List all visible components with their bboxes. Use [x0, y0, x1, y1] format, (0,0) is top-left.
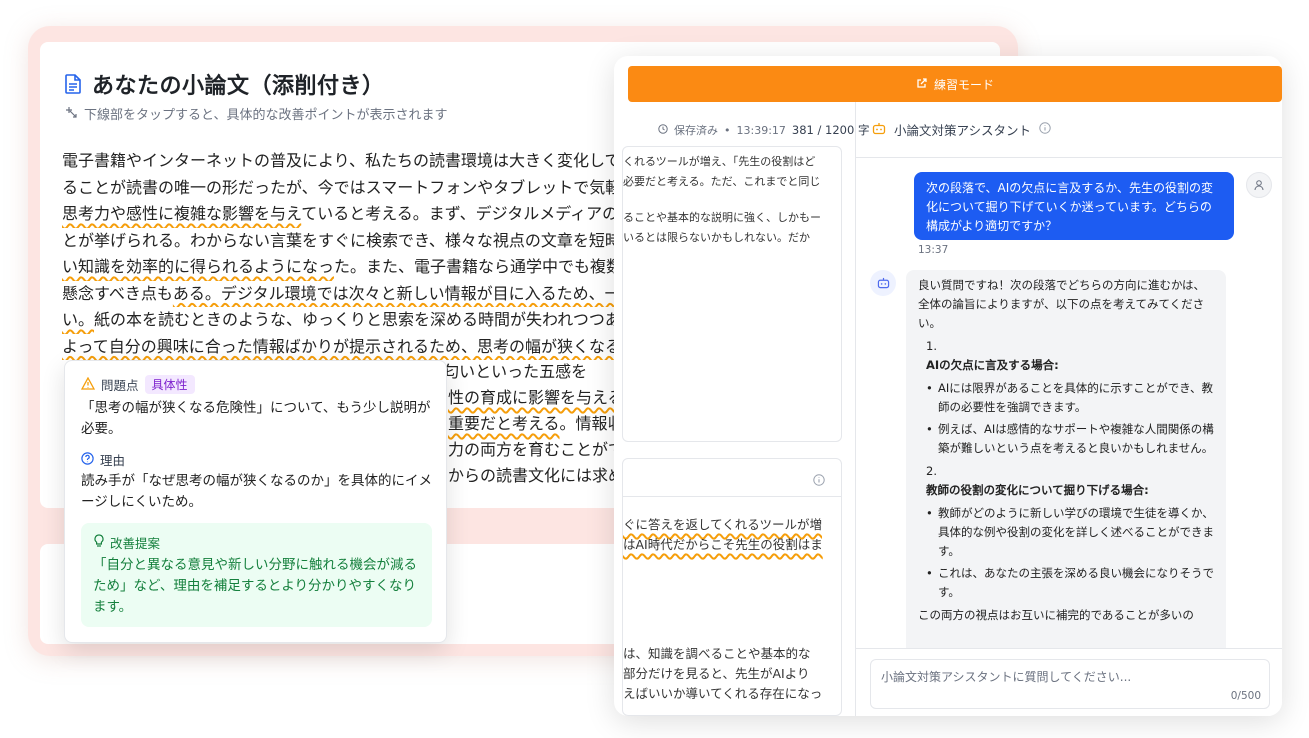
info-icon [813, 471, 825, 490]
list-number: 1. [926, 339, 937, 353]
robot-icon [877, 274, 890, 293]
tap-icon [64, 105, 78, 123]
category-badge: 具体性 [144, 375, 195, 394]
preview-header [623, 459, 841, 497]
mode-label: 練習モード [933, 77, 994, 92]
draft-line: 必要だと考える。ただ、これまでと同じ [623, 175, 821, 188]
essay-line-annotated[interactable]: 思考力や感性に複雑な影響を与えていると考える。まず、デジタルメディアの利 [62, 201, 662, 228]
lightbulb-icon [93, 534, 105, 551]
reason-text: 読み手が「なぜ思考の幅が狭くなるのか」を具体的にイメージしにくいため。 [81, 473, 432, 510]
draft-line: くれるツールが増え、「先生の役割はど [623, 155, 816, 168]
preview-line: は、知識を調べることや基本的な [623, 646, 811, 661]
essay-line-annotated[interactable]: 懸念すべき点もある。デジタル環境では次々と新しい情報が目に入るため、一つ [62, 281, 662, 308]
practice-mode-button[interactable]: 練習モード [628, 66, 1282, 102]
editor-pane: 保存済み • 13:39:17 381 / 1200 字 くれるツールが増え、「… [614, 102, 869, 716]
tap-hint: 下線部をタップすると、具体的な改善ポイントが表示されます [64, 104, 447, 123]
user-avatar [1246, 172, 1272, 198]
draft-preview[interactable]: くれるツールが増え、「先生の役割はど 必要だと考える。ただ、これまでと同じ るこ… [622, 146, 842, 442]
essay-title: あなたの小論文（添削付き） [92, 74, 385, 99]
essay-line: 電子書籍やインターネットの普及により、私たちの読書環境は大きく変化して [62, 151, 621, 170]
suggestion-box: 改善提案 「自分と異なる意見や新しい分野に触れる機会が減るため」など、理由を補足… [81, 523, 432, 627]
essay-line-annotated[interactable]: い知識を効率的に得られるようになった。また、電子書籍なら通学中でも複数 [62, 254, 662, 281]
preview-line: えばいいか導いてくれる存在になっ [623, 686, 823, 701]
problem-label: 問題点 [101, 378, 139, 393]
essay-text: 電子書籍やインターネットの普及により、私たちの読書環境は大きく変化して ることが… [62, 148, 662, 360]
suggestion-header: 改善提案 [93, 533, 160, 552]
assistant-avatar [870, 270, 896, 296]
essay-line-annotated[interactable]: よって自分の興味に合った情報ばかりが提示されるため、思考の幅が狭くなる [62, 334, 662, 361]
bullet-list: 教師がどのように新しい学びの環境で生徒を導くか、具体的な例や役割の変化を詳しく述… [918, 504, 1214, 602]
preview-line[interactable]: ぐに答えを返してくれるツールが増 [623, 514, 822, 533]
hint-text: 下線部をタップすると、具体的な改善ポイントが表示されます [84, 108, 448, 123]
suggestion-text: 「自分と異なる意見や新しい分野に触れる機会が減るため」など、理由を補足するとより… [93, 557, 417, 615]
info-icon[interactable] [1039, 122, 1051, 137]
list-item: これは、あなたの主張を深める良い機会になりそうです。 [926, 564, 1214, 602]
list-number: 2. [926, 464, 937, 478]
save-status: 保存済み • 13:39:17 381 / 1200 字 [658, 122, 869, 138]
list-item: 教師がどのように新しい学びの環境で生徒を導くか、具体的な例や役割の変化を詳しく述… [926, 504, 1214, 561]
essay-fragment: からの読書文化には求め [448, 466, 625, 485]
chat-input-area: 小論文対策アシスタントに質問してください... 0/500 [856, 648, 1282, 716]
essay-line: ることが読書の唯一の形だったが、今ではスマートフォンやタブレットで気軽 [62, 177, 622, 197]
save-time: 13:39:17 [736, 123, 786, 137]
essay-line-annotated[interactable]: い。紙の本を読むときのような、ゆっくりと思索を深める時間が失われつつあ [62, 307, 662, 334]
essay-fragment: 力の両方を育むことがで [448, 440, 625, 459]
question-icon [81, 451, 94, 468]
bullet-list: AIには限界があることを具体的に示すことができ、教師の必要性を強調できます。 例… [918, 379, 1214, 458]
problem-row: 問題点 具体性 [80, 375, 195, 394]
feedback-popover: 問題点 具体性 「思考の幅が狭くなる危険性」について、もう少し説明が必要。 理由… [64, 360, 447, 643]
dot-separator: • [724, 123, 731, 137]
input-placeholder: 小論文対策アシスタントに質問してください... [881, 670, 1132, 684]
list-heading: 教師の役割の変化について掘り下げる場合: [926, 483, 1149, 497]
preview-line: 部分だけを見ると、先生がAIより [623, 666, 810, 681]
reason-label: 理由 [100, 453, 126, 468]
essay-header: あなたの小論文（添削付き） [64, 68, 385, 100]
annotated-preview[interactable]: ぐに答えを返してくれるツールが増 はAI時代だからこそ先生の役割はま は、知識を… [622, 458, 842, 716]
essay-fragment[interactable]: 性の育成に影響を与える [448, 384, 624, 408]
draft-line: ることや基本的な説明に強く、しかもー [623, 211, 821, 224]
list-item: 例えば、AIは感情的なサポートや複雑な人間関係の構築が難しいという点を考えると良… [926, 420, 1214, 458]
ai-tail: この両方の視点はお互いに補完的であることが多いの [918, 608, 1194, 622]
assistant-chat: 小論文対策アシスタント 次の段落で、AIの欠点に言及するか、先生の役割の変化につ… [856, 102, 1282, 716]
ai-intro: 良い質問ですね！次の段落でどちらの方向に進むかは、全体の論旨によりますが、以下の… [918, 278, 1206, 330]
warning-icon [80, 376, 96, 393]
user-icon [1253, 176, 1265, 195]
char-counter: 0/500 [1230, 690, 1261, 702]
reason-row: 理由 [81, 450, 125, 469]
problem-text: 「思考の幅が狭くなる危険性」について、もう少し説明が必要。 [81, 400, 431, 437]
chat-title: 小論文対策アシスタント [894, 123, 1032, 138]
assistant-message: 良い質問ですね！次の段落でどちらの方向に進むかは、全体の論旨によりますが、以下の… [906, 270, 1226, 660]
list-heading: AIの欠点に言及する場合: [926, 358, 1059, 372]
document-icon [64, 74, 82, 94]
robot-icon [872, 122, 886, 138]
essay-fragment[interactable]: 重要だと考える。情報収 [448, 410, 624, 434]
user-message: 次の段落で、AIの欠点に言及するか、先生の役割の変化について掘り下げていくか迷っ… [914, 172, 1234, 240]
message-time: 13:37 [918, 244, 949, 256]
list-item: AIには限界があることを具体的に示すことができ、教師の必要性を強調できます。 [926, 379, 1214, 417]
essay-line: とが挙げられる。わからない言葉をすぐに検索でき、様々な視点の文章を短時 [62, 230, 621, 250]
practice-window: 練習モード 保存済み • 13:39:17 381 / 1200 字 くれるツー… [614, 56, 1282, 716]
clock-icon [658, 123, 668, 137]
draft-line: いるとは限らないかもしれない。だか [623, 231, 810, 244]
chat-input[interactable]: 小論文対策アシスタントに質問してください... 0/500 [870, 659, 1270, 709]
external-link-icon [916, 77, 928, 92]
suggestion-label: 改善提案 [110, 536, 161, 551]
saved-label: 保存済み [674, 124, 718, 137]
preview-line[interactable]: はAI時代だからこそ先生の役割はま [623, 534, 823, 553]
chat-header: 小論文対策アシスタント [856, 102, 1282, 158]
stage: あなたの小論文（添削付き） 下線部をタップすると、具体的な改善ポイントが表示され… [0, 0, 1309, 738]
